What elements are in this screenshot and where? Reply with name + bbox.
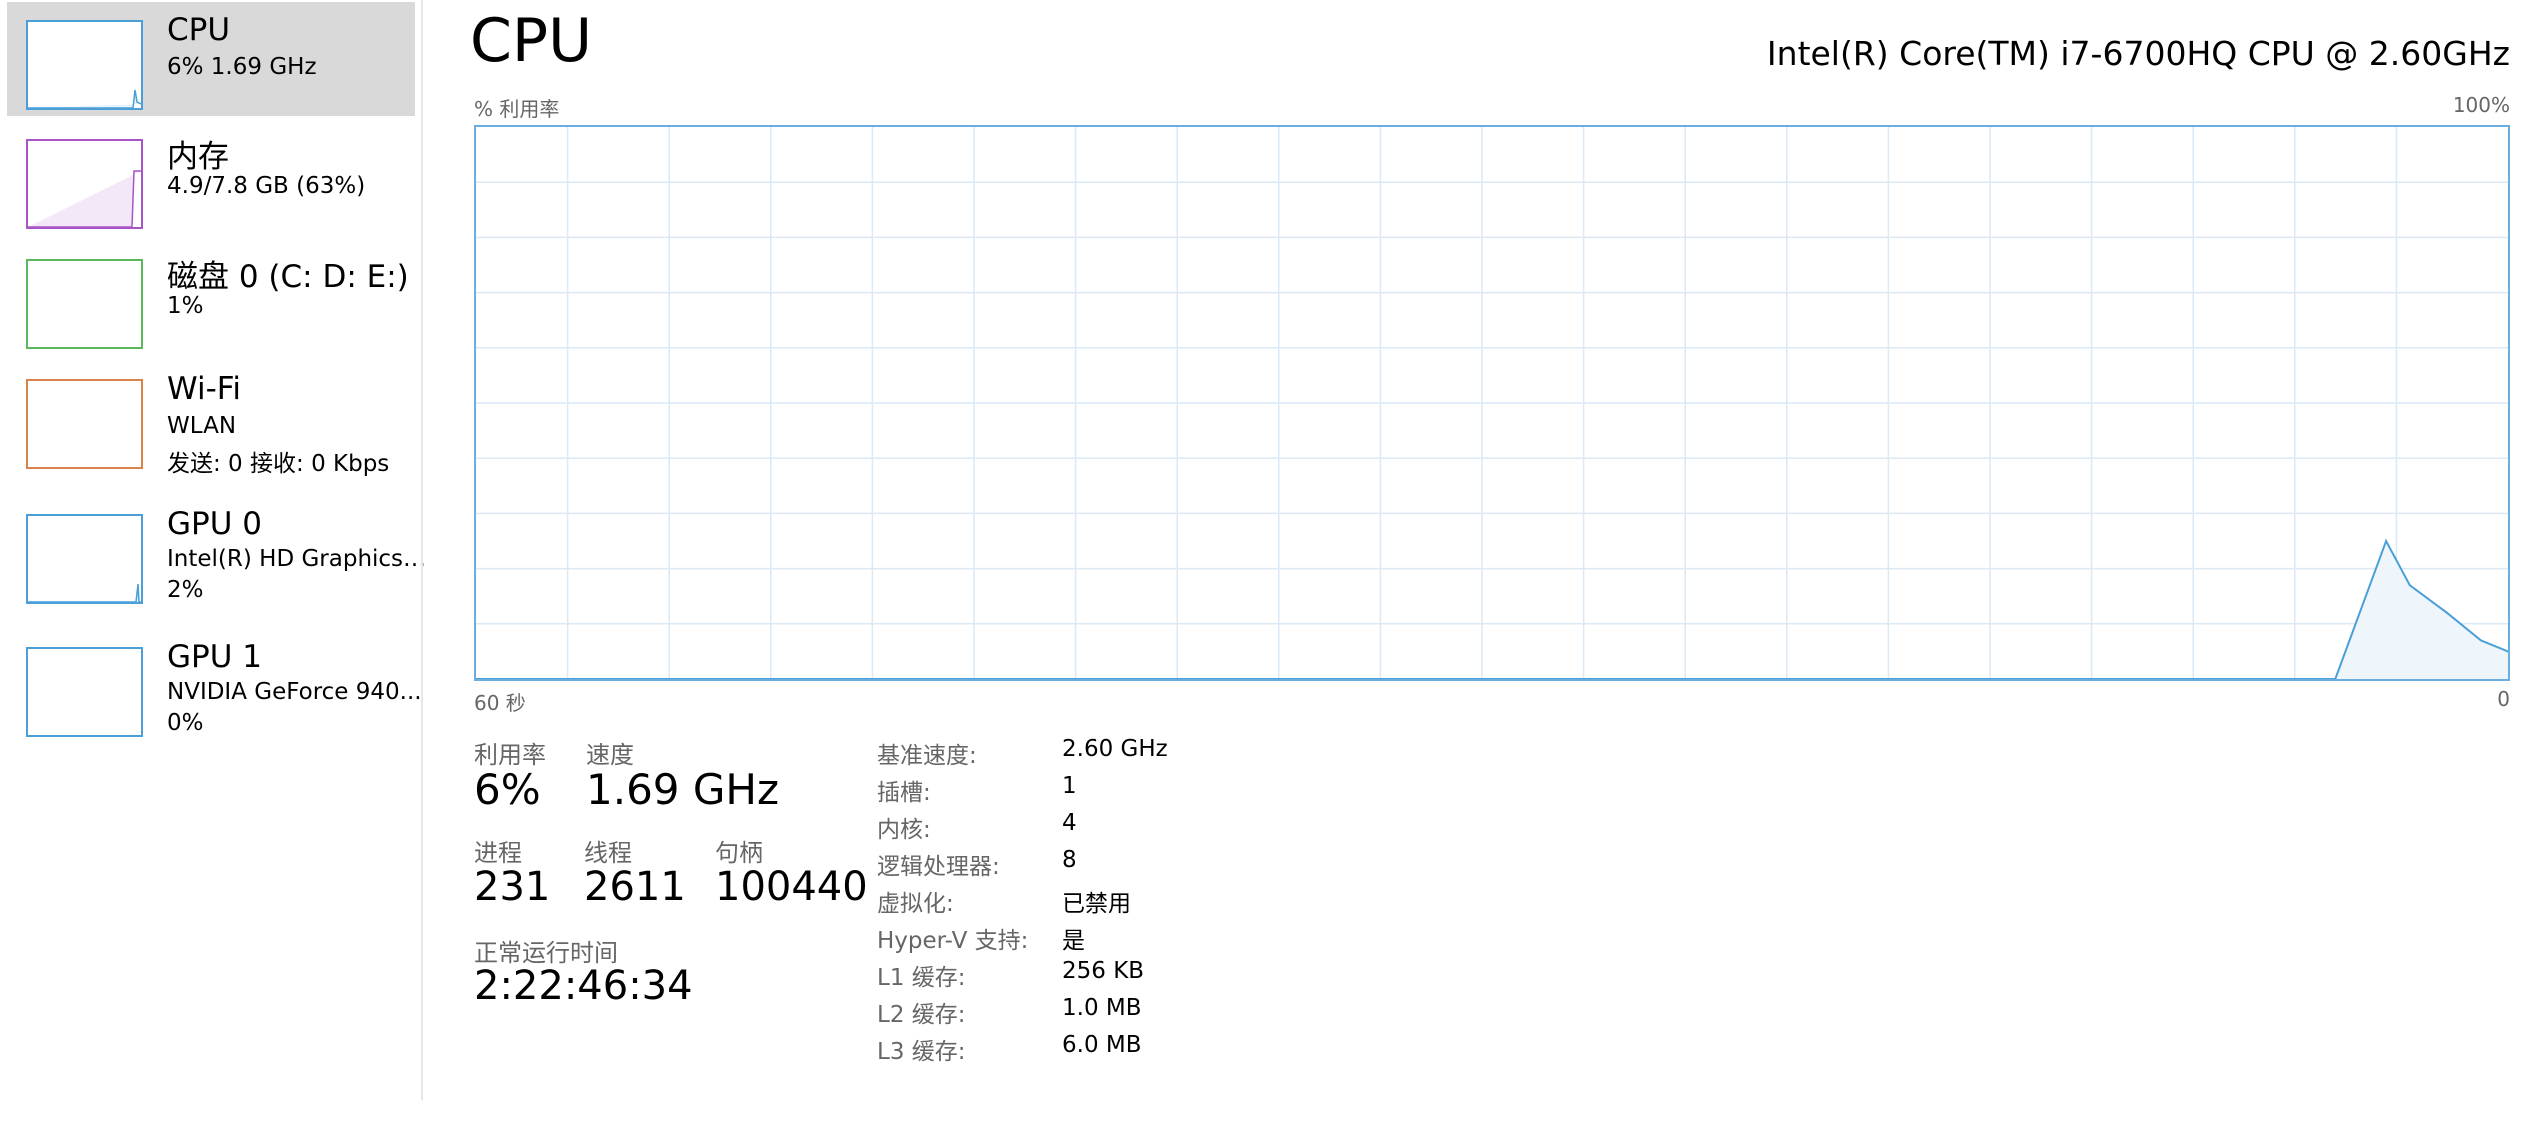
spec-key: L2 缓存: [877,1002,966,1028]
spec-key: 插槽: [877,780,931,806]
handles-label: 句柄 [715,839,763,867]
graph-y-max-label: 100% [2452,93,2510,117]
spec-value: 1 [1062,773,1077,799]
memory-thumbnail-graph [26,139,143,229]
gpu0-thumbnail-graph [26,514,143,604]
speed-value: 1.69 GHz [586,765,780,814]
cpu-model-name: Intel(R) Core(TM) i7-6700HQ CPU @ 2.60GH… [1766,34,2510,73]
graph-y-label: % 利用率 [474,97,560,121]
spec-key: 逻辑处理器: [877,854,1000,880]
handles-value: 100440 [715,864,868,910]
cpu-usage-line [476,538,2508,679]
sidebar-item-detail: 1% [167,293,204,319]
spec-key: 内核: [877,817,931,843]
cpu-utilization-chart [476,127,2508,679]
sidebar-item-disk[interactable]: 磁盘 0 (C: D: E:) 1% [7,243,415,357]
cpu-usage-area [476,541,2508,679]
sidebar-item-detail-2: 0% [167,710,204,736]
spec-key: Hyper-V 支持: [877,928,1029,954]
disk-thumbnail-graph [26,259,143,349]
sidebar: CPU 6% 1.69 GHz 内存 4.9/7.8 GB (63%) 磁盘 0… [0,0,427,1100]
sidebar-item-gpu1[interactable]: GPU 1 NVIDIA GeForce 940... 0% [7,629,422,743]
utilization-value: 6% [474,765,541,814]
wifi-thumbnail-graph [26,379,143,469]
gpu1-thumbnail-graph [26,647,143,737]
sidebar-item-wifi[interactable]: Wi-Fi WLAN 发送: 0 接收: 0 Kbps [7,363,415,477]
sidebar-item-title: CPU [167,12,231,48]
page-title: CPU [470,6,592,76]
sidebar-item-detail-2: 发送: 0 接收: 0 Kbps [167,451,390,477]
spec-value: 6.0 MB [1062,1032,1142,1058]
spec-value: 256 KB [1062,958,1145,984]
sidebar-item-detail: WLAN [167,413,237,439]
uptime-value: 2:22:46:34 [474,963,693,1009]
sidebar-item-title: GPU 0 [167,506,262,542]
threads-label: 线程 [584,839,632,867]
spec-value: 2.60 GHz [1062,736,1168,762]
sidebar-item-detail-2: 2% [167,577,204,603]
sidebar-item-title: 磁盘 0 (C: D: E:) [167,259,409,295]
processes-value: 231 [474,864,551,910]
sidebar-item-detail: NVIDIA GeForce 940... [167,679,422,705]
spec-key: L3 缓存: [877,1039,966,1065]
cpu-utilization-graph [474,125,2510,681]
spec-value: 4 [1062,810,1077,836]
sidebar-item-title: GPU 1 [167,639,262,675]
sidebar-item-gpu0[interactable]: GPU 0 Intel(R) HD Graphics ... 2% [7,496,427,610]
processes-label: 进程 [474,839,522,867]
graph-time-right-label: 0 [2497,687,2510,711]
spec-key: 虚拟化: [877,891,954,917]
sidebar-item-detail: 6% 1.69 GHz [167,54,317,80]
cpu-detail-panel: CPU Intel(R) Core(TM) i7-6700HQ CPU @ 2.… [440,0,2544,1121]
sidebar-item-cpu[interactable]: CPU 6% 1.69 GHz [7,2,415,116]
cpu-thumbnail-graph [26,20,143,110]
graph-time-left-label: 60 秒 [474,691,526,715]
spec-key: 基准速度: [877,743,977,769]
sidebar-item-title: 内存 [167,139,229,175]
sidebar-item-detail: Intel(R) HD Graphics ... [167,546,427,572]
spec-key: L1 缓存: [877,965,966,991]
spec-value: 8 [1062,847,1077,873]
sidebar-item-memory[interactable]: 内存 4.9/7.8 GB (63%) [7,123,415,237]
sidebar-divider [421,0,423,1100]
sidebar-item-title: Wi-Fi [167,371,241,407]
spec-value: 1.0 MB [1062,995,1142,1021]
threads-value: 2611 [584,864,686,910]
spec-value: 是 [1062,928,1085,954]
sidebar-item-detail: 4.9/7.8 GB (63%) [167,173,366,199]
spec-value: 已禁用 [1062,891,1131,917]
